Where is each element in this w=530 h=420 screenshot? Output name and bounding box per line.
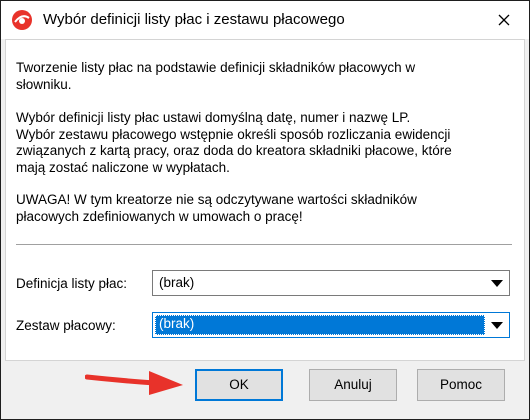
warning-paragraph: UWAGA! W tym kreatorze nie są odczytywan… (16, 192, 417, 224)
title-bar: Wybór definicji listy płac i zestawu pła… (1, 1, 529, 39)
separator (16, 244, 512, 246)
red-arrow-icon (84, 363, 185, 404)
app-logo-icon (11, 9, 33, 31)
help-button[interactable]: Pomoc (417, 369, 505, 401)
zestaw-label: Zestaw płacowy: (16, 318, 116, 333)
chevron-down-icon[interactable] (491, 322, 503, 329)
dialog-content-panel: Tworzenie listy płac na podstawie defini… (5, 39, 525, 361)
definicja-dropdown[interactable]: (brak) (152, 270, 510, 296)
window-title: Wybór definicji listy płac i zestawu pła… (43, 11, 345, 28)
zestaw-dropdown[interactable]: (brak) (152, 312, 510, 338)
description-paragraph: Tworzenie listy płac na podstawie defini… (16, 60, 416, 92)
chevron-down-icon[interactable] (491, 280, 503, 287)
zestaw-value: (brak) (159, 316, 195, 331)
cancel-button[interactable]: Anuluj (309, 369, 397, 401)
definicja-value: (brak) (159, 275, 195, 290)
dialog-window: Wybór definicji listy płac i zestawu pła… (0, 0, 530, 420)
definicja-label: Definicja listy płac: (16, 276, 128, 291)
close-icon[interactable] (493, 9, 515, 31)
ok-button[interactable]: OK (195, 369, 283, 401)
focus-rectangle (155, 315, 485, 335)
info-paragraph: Wybór definicji listy płac ustawi domyśl… (16, 110, 452, 175)
